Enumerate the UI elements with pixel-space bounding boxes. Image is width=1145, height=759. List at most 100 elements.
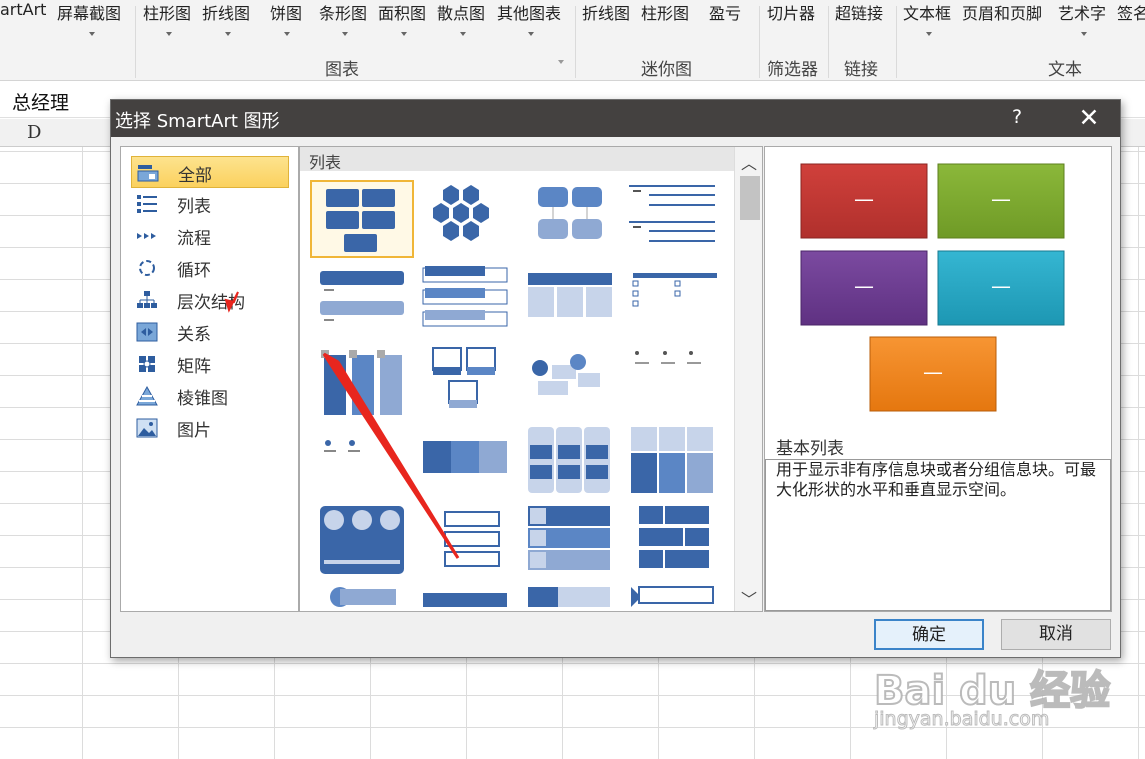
layout-thumbnail-trapezoid-list[interactable] xyxy=(413,504,517,582)
preview-shape-label: — xyxy=(991,187,1011,211)
category-hierarchy[interactable]: 层次结构 xyxy=(131,284,289,316)
column-header-d[interactable]: D xyxy=(27,122,41,143)
category-label: 图片 xyxy=(177,421,211,441)
close-button[interactable]: ✕ xyxy=(1075,103,1103,132)
chevron-down-icon[interactable] xyxy=(89,32,95,36)
cycle-icon xyxy=(136,258,158,278)
ribbon-group-charts: 图表 xyxy=(325,60,359,80)
ribbon-smartart-button[interactable]: artArt xyxy=(0,0,46,19)
ribbon-scatter-chart-button[interactable]: 散点图 xyxy=(437,0,485,24)
gallery-scrollbar[interactable]: ︿ ﹀ xyxy=(734,147,762,611)
category-all[interactable]: 全部 xyxy=(131,156,289,188)
ribbon-line-chart-button[interactable]: 折线图 xyxy=(202,0,250,24)
category-relationship[interactable]: 关系 xyxy=(131,316,289,348)
layout-thumbnail-picture-accent-list[interactable] xyxy=(310,345,414,423)
ribbon-column-chart-button[interactable]: 柱形图 xyxy=(143,0,191,24)
hierarchy-icon xyxy=(136,290,158,310)
category-label: 循环 xyxy=(177,261,211,281)
chevron-down-icon[interactable] xyxy=(284,32,290,36)
layout-thumbnail-vertical-bullet[interactable] xyxy=(310,263,414,341)
scrollbar-thumb[interactable] xyxy=(740,176,760,220)
layout-thumbnail-partial[interactable] xyxy=(413,583,517,609)
chevron-down-icon[interactable] xyxy=(342,32,348,36)
layout-thumbnail-bullet-list[interactable] xyxy=(619,263,723,341)
chevron-down-icon[interactable] xyxy=(528,32,534,36)
chevron-down-icon[interactable] xyxy=(401,32,407,36)
chevron-down-icon[interactable] xyxy=(225,32,231,36)
layout-thumbnail-circle-accent[interactable] xyxy=(310,504,414,582)
category-matrix[interactable]: 矩阵 xyxy=(131,348,289,380)
ribbon-sparkline-column-button[interactable]: 柱形图 xyxy=(641,0,689,24)
preview-panel: — — — — — 基本列表 用于显示非有序信息块或者分组信息块。可最大化形状的… xyxy=(764,146,1112,612)
ribbon-other-charts-button[interactable]: 其他图表 xyxy=(497,0,561,24)
chevron-down-icon[interactable] xyxy=(1081,32,1087,36)
picture-icon xyxy=(136,418,158,438)
layout-thumbnail-grouped-list[interactable] xyxy=(516,425,620,503)
layout-thumbnail-hexagon-cluster[interactable] xyxy=(413,182,517,260)
dialog-title: 选择 SmartArt 图形 xyxy=(115,111,280,132)
layout-thumbnail-basic-list[interactable] xyxy=(310,180,414,258)
category-cycle[interactable]: 循环 xyxy=(131,252,289,284)
dialog-titlebar: 选择 SmartArt 图形 ? ✕ xyxy=(111,100,1120,137)
preview-layout-name: 基本列表 xyxy=(776,439,844,459)
layout-thumbnail-picture-strips[interactable] xyxy=(619,425,723,503)
ribbon-header-footer-button[interactable]: 页眉和页脚 xyxy=(962,0,1042,24)
layout-thumbnail-lined-list[interactable] xyxy=(619,182,723,260)
pyramid-icon xyxy=(136,385,158,406)
dialog-launcher-icon[interactable] xyxy=(558,60,564,64)
layout-thumbnail-stacked-list[interactable] xyxy=(516,182,620,260)
layout-thumbnail-horizontal-list[interactable] xyxy=(413,425,517,503)
gallery-section-title: 列表 xyxy=(309,153,342,172)
ribbon-group-filters: 筛选器 xyxy=(767,60,818,80)
all-icon xyxy=(137,163,159,183)
chevron-down-icon[interactable] xyxy=(166,32,172,36)
category-process[interactable]: 流程 xyxy=(131,220,289,252)
layout-thumbnail-partial[interactable] xyxy=(516,583,620,609)
preview-shape-label: — xyxy=(923,360,943,384)
layout-thumbnail-bending-picture[interactable] xyxy=(413,345,517,423)
layout-thumbnail-table-list[interactable] xyxy=(516,263,620,341)
category-pyramid[interactable]: 棱锥图 xyxy=(131,380,289,412)
ribbon-slicer-button[interactable]: 切片器 xyxy=(767,0,815,24)
layout-thumbnail-brick-list[interactable] xyxy=(619,504,723,582)
ribbon-bar-chart-button[interactable]: 条形图 xyxy=(319,0,367,24)
ribbon-textbox-button[interactable]: 文本框 xyxy=(903,0,951,24)
preview-shape-label: — xyxy=(991,274,1011,298)
ribbon-screenshot-button[interactable]: 屏幕截图 xyxy=(57,0,121,24)
chevron-down-icon[interactable] xyxy=(460,32,466,36)
ok-button[interactable]: 确定 xyxy=(874,619,984,650)
ribbon-signature-button[interactable]: 签名 xyxy=(1117,0,1145,24)
ribbon-sparkline-winloss-button[interactable]: 盈亏 xyxy=(709,0,741,24)
category-label: 列表 xyxy=(177,197,211,217)
scroll-down-icon[interactable]: ﹀ xyxy=(739,586,759,610)
help-button[interactable]: ? xyxy=(1007,106,1027,128)
layout-thumbnail-tab-list[interactable] xyxy=(619,345,723,423)
layout-thumbnail-descending-list[interactable] xyxy=(310,425,414,503)
ribbon-wordart-button[interactable]: 艺术字 xyxy=(1058,0,1106,24)
category-picture[interactable]: 图片 xyxy=(131,412,289,444)
preview-diagram: — — — — — xyxy=(800,163,1065,412)
scroll-up-icon[interactable]: ︿ xyxy=(739,150,759,174)
layout-thumbnail-partial[interactable] xyxy=(310,583,414,609)
ribbon-hyperlink-button[interactable]: 超链接 xyxy=(835,0,883,24)
matrix-icon xyxy=(136,354,158,374)
category-label: 关系 xyxy=(177,325,211,345)
ribbon-area-chart-button[interactable]: 面积图 xyxy=(378,0,426,24)
category-label: 流程 xyxy=(177,229,211,249)
layout-thumbnail-partial[interactable] xyxy=(619,583,723,609)
category-label: 矩阵 xyxy=(177,357,211,377)
layout-gallery: 列表 ︿ ﹀ xyxy=(299,146,763,612)
ribbon-group-links: 链接 xyxy=(844,60,878,80)
gallery-header: 列表 xyxy=(300,147,734,172)
category-list-type[interactable]: 列表 xyxy=(131,188,289,220)
layout-thumbnail-circle-picture[interactable] xyxy=(516,345,620,423)
layout-thumbnail-stacked-bars[interactable] xyxy=(516,504,620,582)
cancel-button[interactable]: 取消 xyxy=(1001,619,1111,650)
formula-bar-content[interactable]: 总经理 xyxy=(12,88,69,115)
layout-thumbnail-vertical-box[interactable] xyxy=(413,263,517,341)
list-icon xyxy=(136,194,158,214)
chevron-down-icon[interactable] xyxy=(926,32,932,36)
category-list: 全部 列表 流程 循环 层次结构 关系 矩阵 棱锥图 图片 xyxy=(120,146,299,612)
ribbon-sparkline-line-button[interactable]: 折线图 xyxy=(582,0,630,24)
ribbon-pie-chart-button[interactable]: 饼图 xyxy=(270,0,302,24)
